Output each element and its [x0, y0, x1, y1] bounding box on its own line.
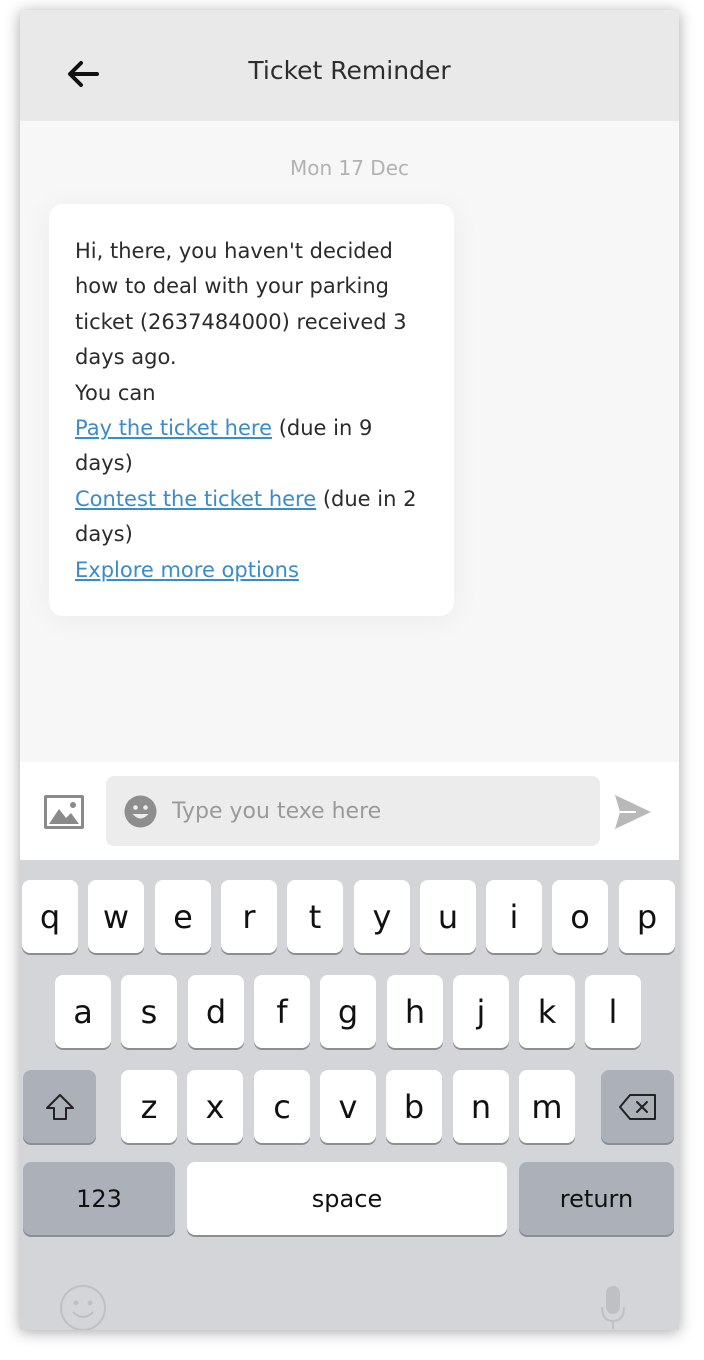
- key-f[interactable]: f: [254, 975, 310, 1048]
- key-a[interactable]: a: [55, 975, 111, 1048]
- page-title: Ticket Reminder: [248, 56, 451, 85]
- key-m[interactable]: m: [519, 1070, 575, 1143]
- key-g[interactable]: g: [320, 975, 376, 1048]
- key-l[interactable]: l: [585, 975, 641, 1048]
- message-intro: Hi, there, you haven't decided how to de…: [75, 239, 407, 370]
- key-u[interactable]: u: [420, 880, 476, 953]
- message-composer: [20, 762, 679, 860]
- send-button[interactable]: [614, 794, 652, 830]
- key-k[interactable]: k: [519, 975, 575, 1048]
- send-icon: [615, 795, 651, 829]
- key-s[interactable]: s: [121, 975, 177, 1048]
- on-screen-keyboard: qwertyuiop asdfghjkl zxcvbnm 123 space r…: [20, 860, 679, 1330]
- message-bubble: Hi, there, you haven't decided how to de…: [49, 204, 454, 616]
- key-h[interactable]: h: [387, 975, 443, 1048]
- backspace-key[interactable]: [601, 1070, 674, 1143]
- top-bar: Ticket Reminder: [20, 10, 679, 121]
- microphone-icon[interactable]: [600, 1285, 626, 1330]
- emoji-keyboard-icon[interactable]: [60, 1285, 106, 1330]
- key-d[interactable]: d: [188, 975, 244, 1048]
- key-o[interactable]: o: [552, 880, 608, 953]
- key-b[interactable]: b: [386, 1070, 442, 1143]
- key-v[interactable]: v: [320, 1070, 376, 1143]
- key-y[interactable]: y: [354, 880, 410, 953]
- message-input[interactable]: [172, 776, 592, 846]
- key-t[interactable]: t: [287, 880, 343, 953]
- key-n[interactable]: n: [453, 1070, 509, 1143]
- date-separator: Mon 17 Dec: [289, 156, 410, 180]
- message-options-label: You can: [75, 380, 156, 405]
- shift-icon: [45, 1093, 74, 1120]
- return-key[interactable]: return: [519, 1162, 674, 1235]
- key-w[interactable]: w: [88, 880, 144, 953]
- backspace-icon: [618, 1093, 656, 1120]
- message-text: Hi, there, you haven't decided how to de…: [75, 234, 435, 588]
- key-r[interactable]: r: [221, 880, 277, 953]
- shift-key[interactable]: [23, 1070, 96, 1143]
- numbers-key[interactable]: 123: [23, 1162, 175, 1235]
- attach-image-button[interactable]: [44, 795, 84, 829]
- key-q[interactable]: q: [22, 880, 78, 953]
- image-icon: [44, 795, 84, 829]
- pay-ticket-link[interactable]: Pay the ticket here: [75, 416, 272, 440]
- smiley-icon[interactable]: [124, 795, 157, 828]
- explore-options-link[interactable]: Explore more options: [75, 558, 299, 582]
- space-key[interactable]: space: [187, 1162, 507, 1235]
- contest-ticket-link[interactable]: Contest the ticket here: [75, 487, 316, 511]
- key-x[interactable]: x: [187, 1070, 243, 1143]
- key-e[interactable]: e: [155, 880, 211, 953]
- key-c[interactable]: c: [254, 1070, 310, 1143]
- phone-screen: Ticket Reminder Mon 17 Dec Hi, there, yo…: [20, 10, 679, 1330]
- key-p[interactable]: p: [619, 880, 675, 953]
- key-z[interactable]: z: [121, 1070, 177, 1143]
- key-i[interactable]: i: [486, 880, 542, 953]
- key-j[interactable]: j: [453, 975, 509, 1048]
- message-input-box: [106, 776, 600, 846]
